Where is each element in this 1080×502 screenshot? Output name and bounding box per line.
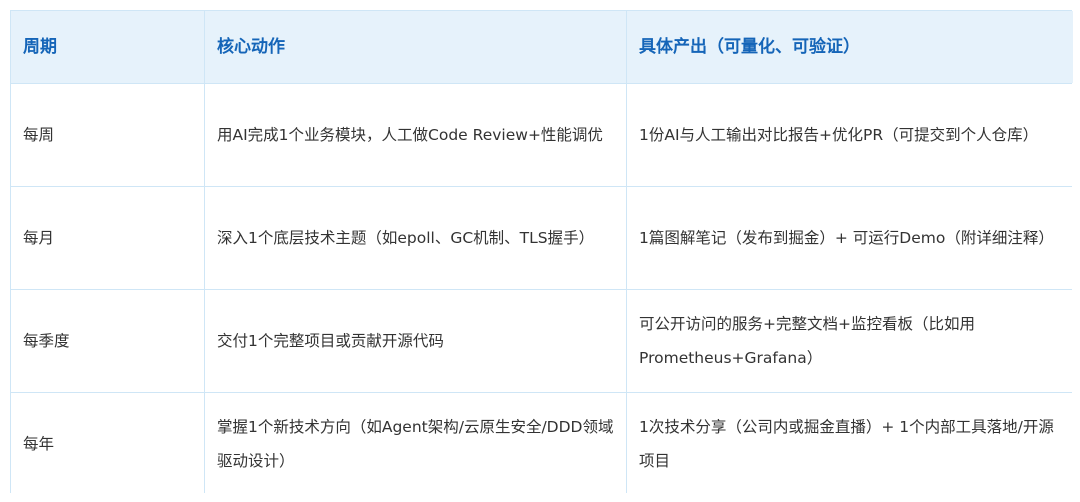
plan-table-grid: 周期 核心动作 具体产出（可量化、可验证） 每周 用AI完成1个业务模块，人工做… — [11, 11, 1073, 495]
row-4-period: 每年 — [11, 393, 204, 495]
row-1-output: 1份AI与人工输出对比报告+优化PR（可提交到个人仓库） — [627, 84, 1073, 186]
row-3-action: 交付1个完整项目或贡献开源代码 — [205, 290, 626, 392]
row-1-action: 用AI完成1个业务模块，人工做Code Review+性能调优 — [205, 84, 626, 186]
row-2-action: 深入1个底层技术主题（如epoll、GC机制、TLS握手） — [205, 187, 626, 289]
header-action: 核心动作 — [205, 11, 626, 83]
header-period: 周期 — [11, 11, 204, 83]
row-4-action: 掌握1个新技术方向（如Agent架构/云原生安全/DDD领域驱动设计） — [205, 393, 626, 495]
header-output: 具体产出（可量化、可验证） — [627, 11, 1073, 83]
row-2-output: 1篇图解笔记（发布到掘金）+ 可运行Demo（附详细注释） — [627, 187, 1073, 289]
row-4-output: 1次技术分享（公司内或掘金直播）+ 1个内部工具落地/开源项目 — [627, 393, 1073, 495]
row-3-output: 可公开访问的服务+完整文档+监控看板（比如用Prometheus+Grafana… — [627, 290, 1073, 392]
row-3-period: 每季度 — [11, 290, 204, 392]
row-2-period: 每月 — [11, 187, 204, 289]
row-1-period: 每周 — [11, 84, 204, 186]
plan-table: 周期 核心动作 具体产出（可量化、可验证） 每周 用AI完成1个业务模块，人工做… — [10, 10, 1073, 495]
